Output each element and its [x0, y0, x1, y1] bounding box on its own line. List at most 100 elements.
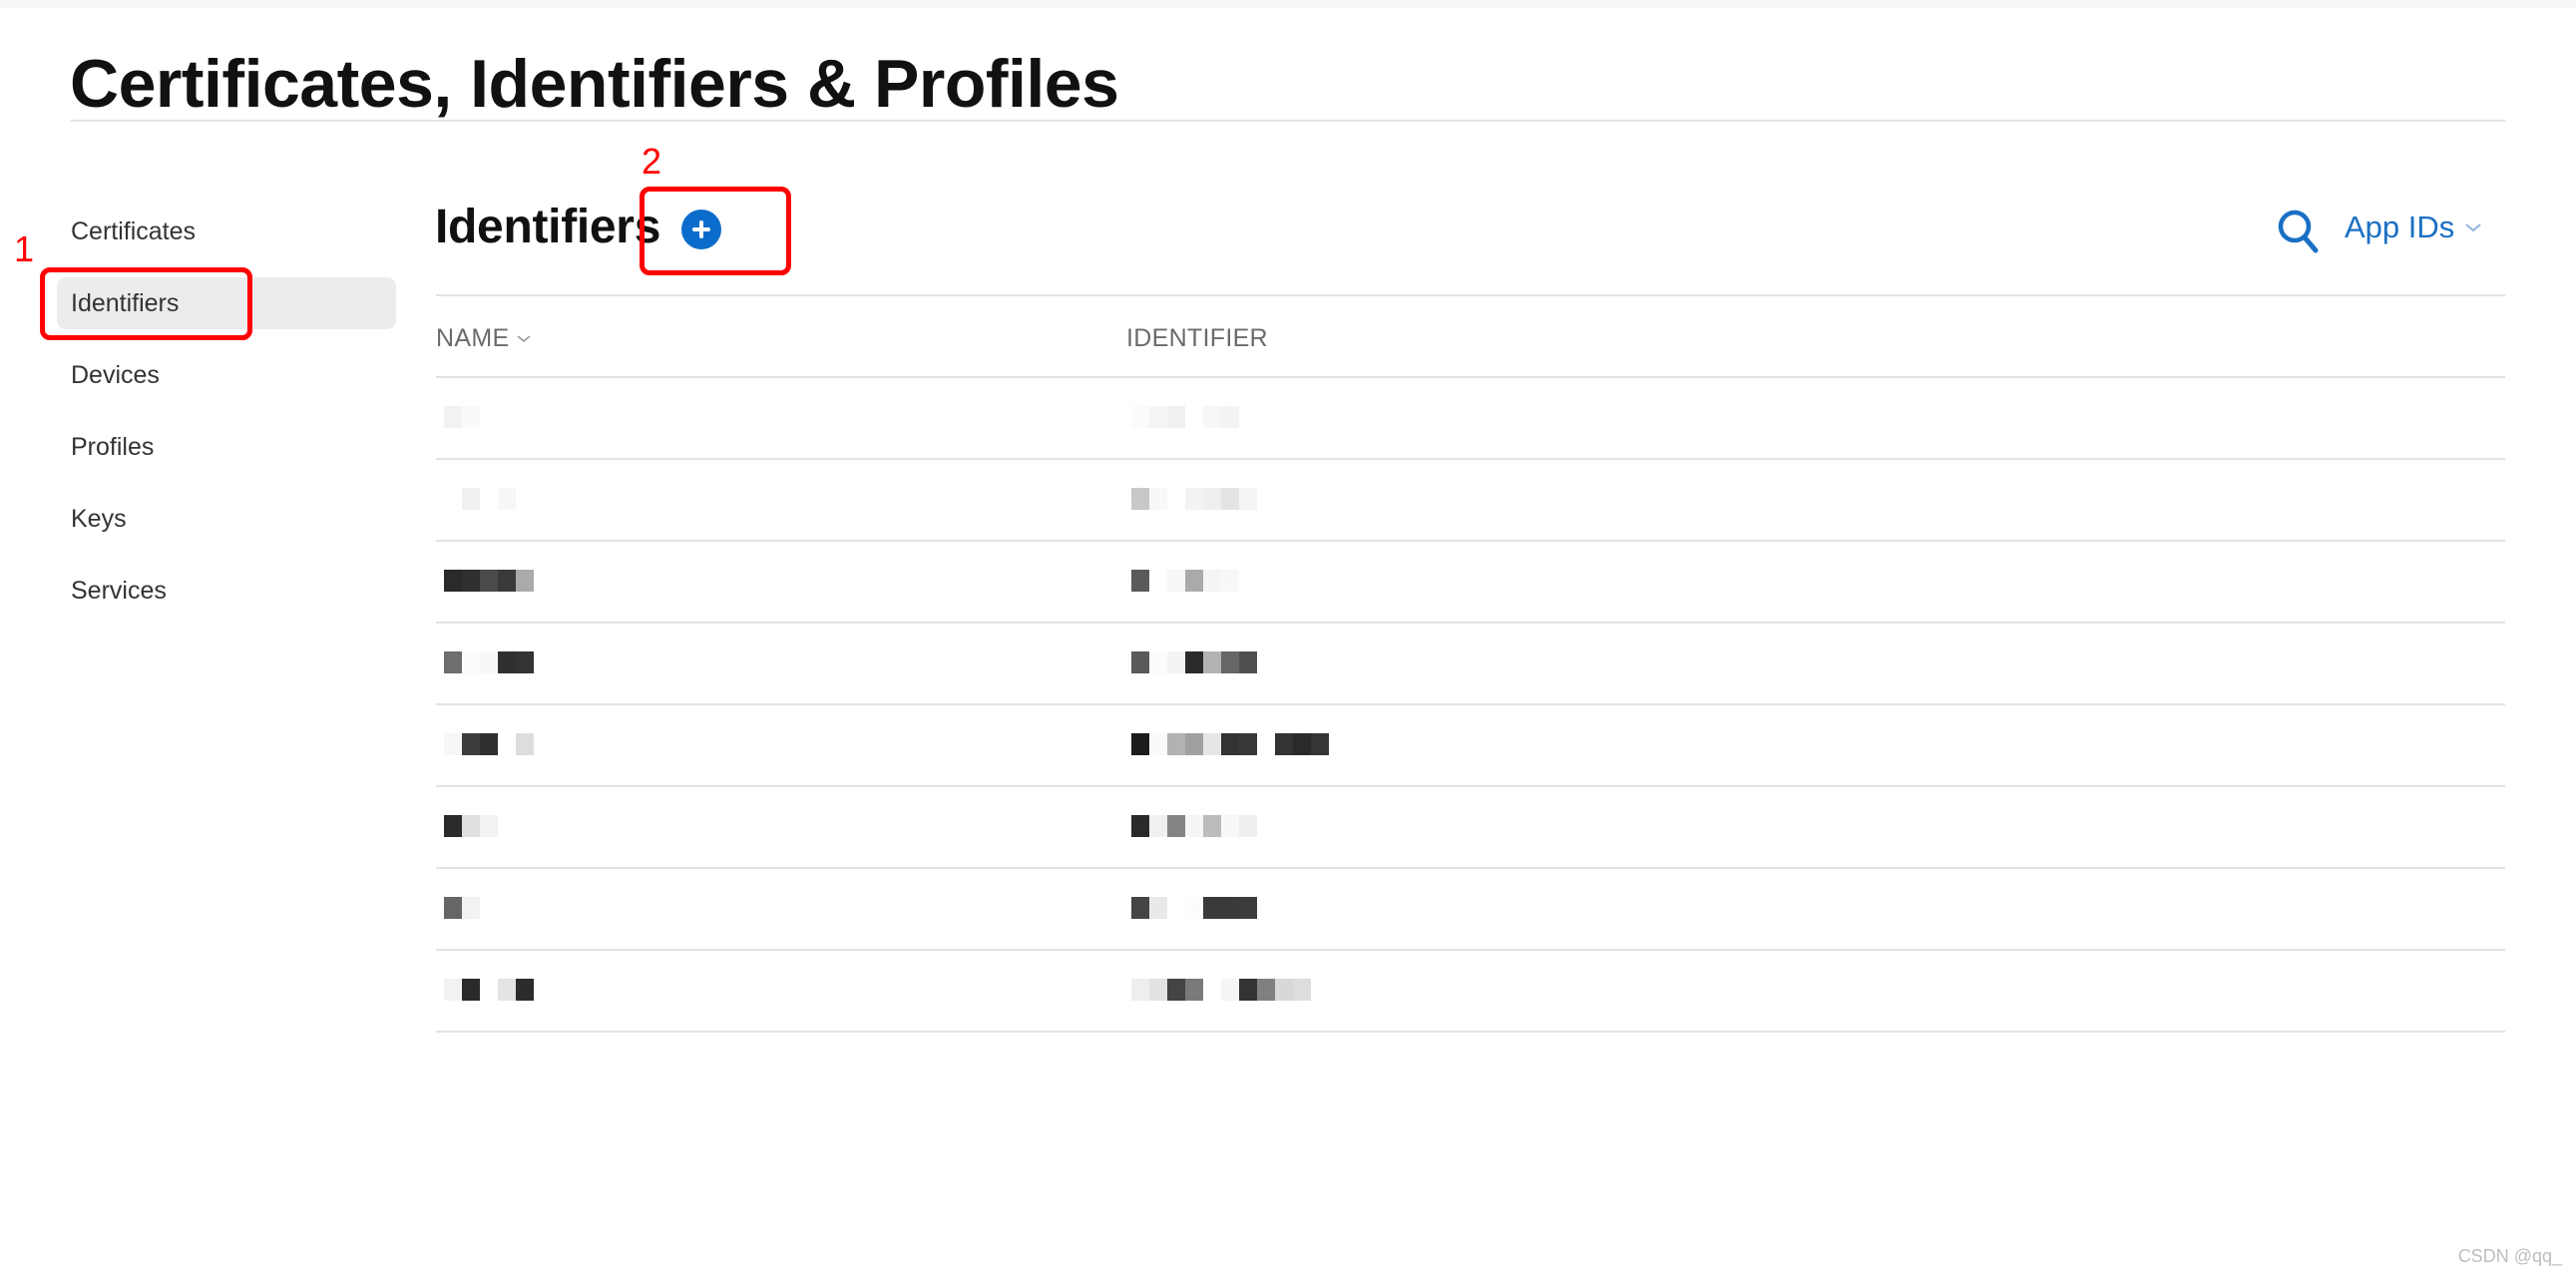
section-title: Identifiers — [435, 201, 661, 253]
watermark: CSDN @qq_ — [2457, 1246, 2562, 1266]
column-header-label: IDENTIFIER — [1126, 324, 1268, 352]
table-row[interactable] — [436, 787, 2505, 867]
column-header-name[interactable]: NAME — [436, 323, 531, 353]
mosaic-block — [444, 488, 462, 510]
mosaic-block — [1167, 651, 1185, 673]
mosaic-block — [516, 979, 534, 1001]
title-divider — [71, 120, 2505, 122]
mosaic-block — [1275, 733, 1293, 755]
sidebar-item-keys[interactable]: Keys — [57, 493, 396, 545]
sidebar-item-certificates[interactable]: Certificates — [57, 206, 396, 257]
mosaic-block — [498, 733, 516, 755]
name-cell-redacted — [444, 979, 534, 1001]
mosaic-block — [498, 979, 516, 1001]
mosaic-block — [480, 570, 498, 592]
mosaic-block — [444, 651, 462, 673]
identifiers-table: NAME IDENTIFIER — [436, 294, 2505, 1033]
table-row[interactable] — [436, 951, 2505, 1031]
mosaic-block — [1221, 570, 1239, 592]
mosaic-block — [1239, 979, 1257, 1001]
mosaic-block — [1257, 733, 1275, 755]
mosaic-block — [1131, 979, 1149, 1001]
name-cell-redacted — [444, 651, 534, 673]
identifier-cell-redacted — [1131, 488, 1257, 510]
mosaic-block — [1185, 897, 1203, 919]
mosaic-block — [462, 979, 480, 1001]
mosaic-block — [1131, 488, 1149, 510]
mosaic-block — [1131, 733, 1149, 755]
mosaic-block — [1131, 406, 1149, 428]
mosaic-block — [1239, 488, 1257, 510]
mosaic-block — [1131, 651, 1149, 673]
identifier-cell-redacted — [1131, 406, 1239, 428]
mosaic-block — [480, 488, 498, 510]
mosaic-block — [1221, 488, 1239, 510]
name-cell-redacted — [444, 897, 480, 919]
sidebar-item-services[interactable]: Services — [57, 565, 396, 617]
mosaic-block — [462, 570, 480, 592]
mosaic-block — [1239, 651, 1257, 673]
mosaic-block — [1203, 406, 1221, 428]
table-row[interactable] — [436, 624, 2505, 703]
mosaic-block — [1221, 815, 1239, 837]
identifier-cell-redacted — [1131, 897, 1257, 919]
name-cell-redacted — [444, 570, 534, 592]
mosaic-block — [1185, 733, 1203, 755]
annotation-box-add-button — [640, 187, 791, 275]
mosaic-block — [1203, 651, 1221, 673]
table-body — [436, 378, 2505, 1033]
mosaic-block — [516, 733, 534, 755]
mosaic-block — [1149, 406, 1167, 428]
mosaic-block — [1293, 733, 1311, 755]
sidebar-item-devices[interactable]: Devices — [57, 349, 396, 401]
identifier-type-select[interactable]: App IDs — [2345, 204, 2482, 251]
mosaic-block — [1239, 733, 1257, 755]
table-row[interactable] — [436, 705, 2505, 785]
mosaic-block — [1203, 488, 1221, 510]
mosaic-block — [462, 406, 480, 428]
sidebar-item-label: Keys — [71, 505, 127, 533]
mosaic-block — [1275, 979, 1293, 1001]
mosaic-block — [1185, 815, 1203, 837]
mosaic-block — [1167, 979, 1185, 1001]
table-row[interactable] — [436, 869, 2505, 949]
identifier-cell-redacted — [1131, 651, 1257, 673]
table-row[interactable] — [436, 542, 2505, 622]
mosaic-block — [1293, 979, 1311, 1001]
search-button[interactable] — [2275, 206, 2323, 257]
name-cell-redacted — [444, 815, 498, 837]
mosaic-block — [516, 651, 534, 673]
mosaic-block — [1167, 488, 1185, 510]
mosaic-block — [1149, 570, 1167, 592]
filter-selected-label: App IDs — [2345, 210, 2455, 244]
mosaic-block — [462, 488, 480, 510]
name-cell-redacted — [444, 488, 516, 510]
mosaic-block — [1131, 815, 1149, 837]
table-divider — [436, 1031, 2505, 1033]
sidebar-item-label: Services — [71, 577, 167, 605]
mosaic-block — [1221, 979, 1239, 1001]
mosaic-block — [1185, 488, 1203, 510]
mosaic-block — [1167, 733, 1185, 755]
mosaic-block — [444, 897, 462, 919]
table-row[interactable] — [436, 460, 2505, 540]
page-title: Certificates, Identifiers & Profiles — [70, 46, 1119, 122]
mosaic-block — [1185, 406, 1203, 428]
mosaic-block — [1203, 733, 1221, 755]
mosaic-block — [1221, 897, 1239, 919]
sidebar-item-profiles[interactable]: Profiles — [57, 421, 396, 473]
mosaic-block — [462, 897, 480, 919]
sidebar-item-label: Profiles — [71, 433, 155, 461]
mosaic-block — [1149, 815, 1167, 837]
mosaic-block — [1203, 815, 1221, 837]
mosaic-block — [444, 406, 462, 428]
column-header-label: NAME — [436, 324, 510, 352]
mosaic-block — [1203, 570, 1221, 592]
identifier-cell-redacted — [1131, 979, 1311, 1001]
mosaic-block — [444, 733, 462, 755]
mosaic-block — [462, 815, 480, 837]
table-row[interactable] — [436, 378, 2505, 458]
chevron-down-icon — [2465, 223, 2481, 232]
sidebar-item-label: Devices — [71, 361, 160, 389]
search-icon — [2278, 210, 2319, 253]
